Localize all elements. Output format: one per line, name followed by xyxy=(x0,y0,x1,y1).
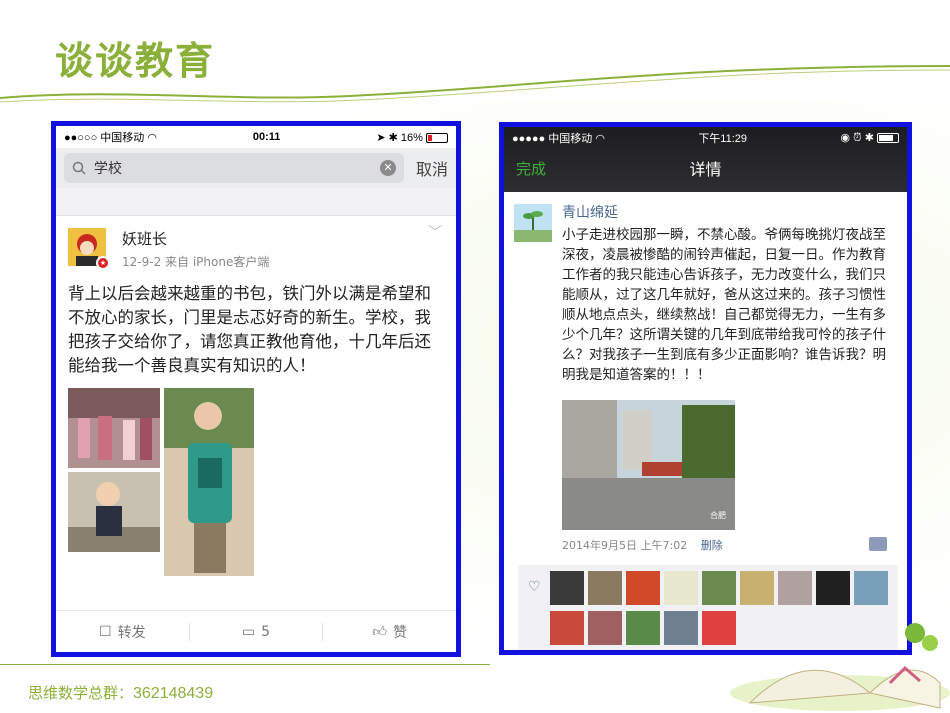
moment-photo[interactable]: 合肥 xyxy=(562,400,735,530)
search-input[interactable]: 学校 ✕ xyxy=(64,153,404,183)
verified-badge-icon: ★ xyxy=(96,256,110,270)
search-bar: 学校 ✕ 取消 xyxy=(56,148,456,188)
search-query: 学校 xyxy=(94,161,122,177)
nav-title: 详情 xyxy=(689,160,722,179)
done-button[interactable]: 完成 xyxy=(516,158,546,179)
repost-label: 转发 xyxy=(117,624,146,641)
section-divider xyxy=(56,188,456,216)
like-avatar[interactable] xyxy=(626,571,660,605)
cancel-button[interactable]: 取消 xyxy=(416,156,448,180)
weibo-post: ★ 妖班长 12-9-2 来自 iPhone客户端 ﹀ 背上以后会越来越重的书包… xyxy=(56,216,456,576)
comment-icon: ▭ xyxy=(241,623,256,640)
battery-icon xyxy=(877,133,899,144)
moment-meta: 2014年9月5日 上午7:02 删除 xyxy=(562,537,723,553)
post-username[interactable]: 妖班长 xyxy=(122,228,269,249)
like-avatar[interactable] xyxy=(626,611,660,645)
battery-icon xyxy=(425,132,448,143)
carrier-label: ●●○○○ 中国移动 xyxy=(64,132,148,144)
bluetooth-icon: ✱ xyxy=(864,132,874,144)
repost-button[interactable]: ☐ 转发 xyxy=(56,622,189,642)
photo-thumbnail[interactable] xyxy=(164,388,254,576)
heart-icon: ♡ xyxy=(528,579,541,595)
like-avatar[interactable] xyxy=(550,611,584,645)
alarm-icon: ⏰︎ xyxy=(853,132,862,144)
footer-divider xyxy=(0,664,490,665)
share-icon: ☐ xyxy=(99,623,112,640)
post-actions: ☐ 转发 ▭ 5 👍︎ 赞 xyxy=(56,610,456,652)
moment-date: 2014年9月5日 上午7:02 xyxy=(562,539,688,552)
moment-text: 小子走进校园那一瞬，不禁心酸。爷俩每晚挑灯夜战至深夜，凌晨被惨酷的闹铃声催起，日… xyxy=(562,227,886,383)
thumbs-up-icon: 👍︎ xyxy=(372,624,387,640)
battery-percent: 16% xyxy=(400,131,423,144)
like-avatar[interactable] xyxy=(588,611,622,645)
post-meta: 12-9-2 来自 iPhone客户端 xyxy=(122,255,270,269)
comment-icon[interactable] xyxy=(869,537,887,551)
post-text: 背上以后会越来越重的书包，铁门外以满是希望和不放心的家长，门里是忐忑好奇的新生。… xyxy=(68,284,431,375)
post-header: ★ 妖班长 12-9-2 来自 iPhone客户端 ﹀ xyxy=(68,216,444,282)
photo-thumbnail[interactable] xyxy=(68,388,160,468)
moment-username[interactable]: 青山绵延 xyxy=(562,202,618,222)
photo-caption: 合肥 xyxy=(710,510,726,520)
delete-button[interactable]: 删除 xyxy=(701,539,723,552)
lock-rotation-icon: ◉ xyxy=(840,132,850,144)
footer-number: 362148439 xyxy=(133,685,214,702)
slide: 谈谈教育 ●●○○○ 中国移动 ◠ 00:11 ➤ ✱ 16% 学校 ✕ 取消 … xyxy=(0,0,950,713)
decorative-wave xyxy=(0,65,950,103)
nav-bar: 完成 详情 xyxy=(504,149,907,187)
avatar[interactable] xyxy=(514,204,552,242)
photo-image: 合肥 xyxy=(562,400,735,530)
like-button[interactable]: 👍︎ 赞 xyxy=(323,622,456,642)
like-avatar[interactable] xyxy=(550,571,584,605)
post-photos[interactable] xyxy=(68,388,254,576)
comment-count: 5 xyxy=(261,623,271,640)
status-time: 00:11 xyxy=(252,131,281,143)
comment-button[interactable]: ▭ 5 xyxy=(190,624,323,640)
avatar[interactable]: ★ xyxy=(68,228,110,270)
moment-detail: 青山绵延 小子走进校园那一瞬，不禁心酸。爷俩每晚挑灯夜战至深夜，凌晨被惨酷的闹铃… xyxy=(504,192,907,567)
like-label: 赞 xyxy=(393,624,407,641)
wifi-icon: ◠ xyxy=(595,133,605,145)
top-bar: ●●●●● 中国移动 ◠ 下午11:29 ◉ ⏰︎ ✱ 完成 详情 xyxy=(504,127,907,192)
weibo-screenshot: ●●○○○ 中国移动 ◠ 00:11 ➤ ✱ 16% 学校 ✕ 取消 ★ 妖班长… xyxy=(51,121,461,657)
status-bar: ●●●●● 中国移动 ◠ 下午11:29 ◉ ⏰︎ ✱ xyxy=(504,127,907,149)
carrier-label: ●●●●● 中国移动 xyxy=(512,133,596,145)
footer: 思维数学总群：362148439 xyxy=(28,682,213,703)
search-icon xyxy=(72,161,86,175)
like-avatar[interactable] xyxy=(588,571,622,605)
chevron-down-icon[interactable]: ﹀ xyxy=(428,222,442,242)
wifi-icon: ◠ xyxy=(147,132,157,144)
footer-label: 思维数学总群： xyxy=(28,684,134,702)
status-bar: ●●○○○ 中国移动 ◠ 00:11 ➤ ✱ 16% xyxy=(56,126,456,148)
status-time: 下午11:29 xyxy=(698,133,748,145)
clear-icon[interactable]: ✕ xyxy=(379,160,396,176)
decorative-book-illustration xyxy=(730,623,950,711)
location-icon: ➤ xyxy=(376,131,386,144)
bluetooth-icon: ✱ xyxy=(388,131,398,144)
photo-thumbnail[interactable] xyxy=(68,472,160,552)
